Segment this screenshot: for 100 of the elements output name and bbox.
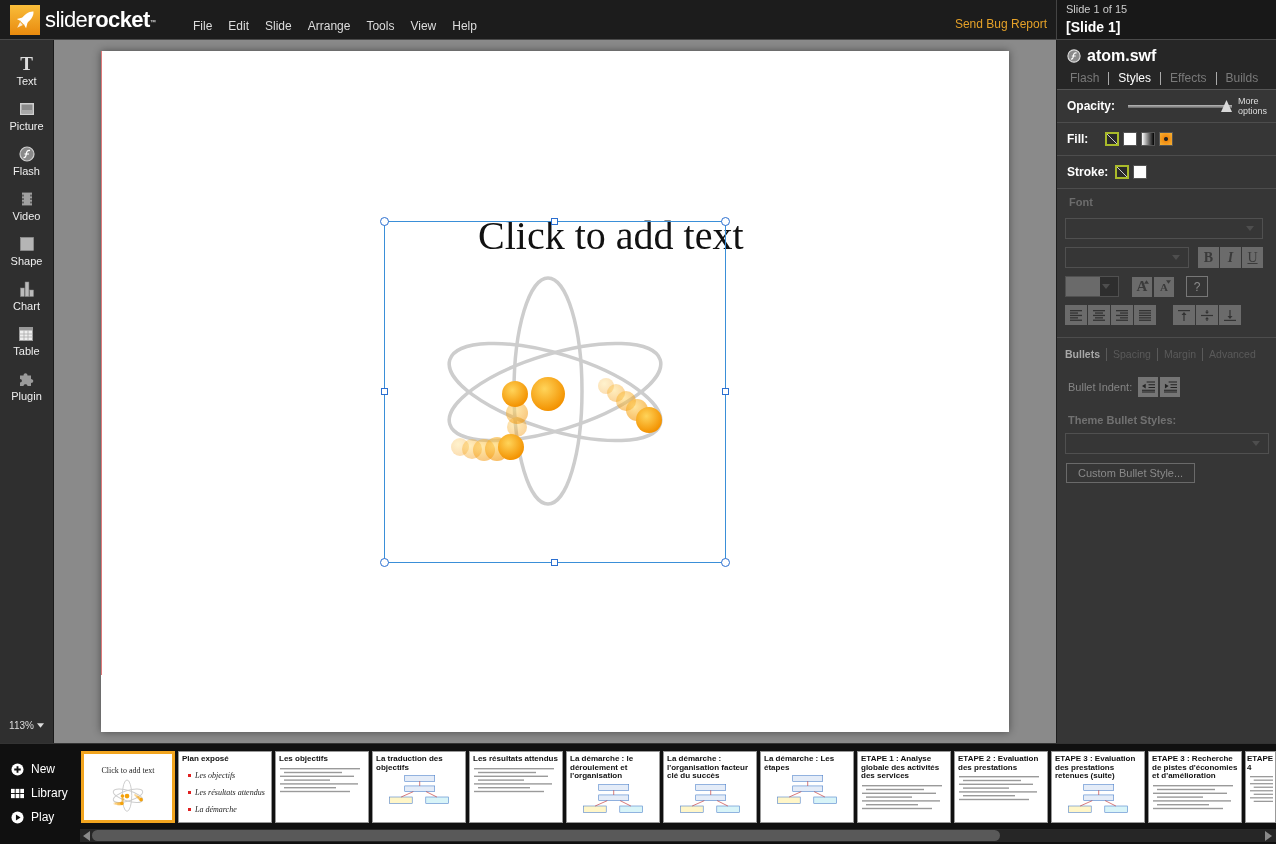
align-right-icon: [1116, 309, 1128, 321]
grid-icon: [11, 786, 24, 800]
play-icon: [11, 810, 24, 824]
slide-thumbnail[interactable]: ETAPE 3 : Recherche de pistes d'économies et d'amélioration: [1148, 751, 1242, 823]
resize-handle[interactable]: [380, 217, 389, 226]
menu-item[interactable]: File: [185, 19, 221, 34]
tool-button[interactable]: Plugin: [11, 370, 42, 403]
resize-handle[interactable]: [722, 388, 729, 395]
thumbnail-title: La démarche : le déroulement et l'organisation: [569, 753, 635, 781]
outdent-icon: [1141, 381, 1155, 393]
slider-thumb[interactable]: [1221, 100, 1232, 112]
indent-button[interactable]: [1160, 377, 1181, 397]
align-button[interactable]: [1065, 305, 1087, 325]
scrollbar-track[interactable]: [80, 829, 1276, 842]
thumbnail-title: ETAPE 3 : Recherche de pistes d'économies et d'amélioration: [1151, 753, 1239, 781]
tool-button[interactable]: Video: [12, 190, 41, 223]
align-button[interactable]: [1088, 305, 1110, 325]
menu-item[interactable]: Edit: [220, 19, 258, 34]
thumbnail-title: ETAPE 2 : Evaluation des prestations: [957, 753, 1040, 772]
square-shape-icon: [18, 236, 35, 252]
solid-stroke-swatch[interactable]: [1133, 165, 1147, 179]
thumbnail-title: La traduction des objectifs: [375, 753, 444, 772]
menu-item[interactable]: View: [402, 19, 445, 34]
slide-thumbnail[interactable]: ETAPE 2 : Evaluation des prestations: [954, 751, 1048, 823]
align-bottom-icon: [1224, 309, 1236, 321]
slide-thumbnail[interactable]: ETAPE 1 : Analyse globale des activités des services: [857, 751, 951, 823]
inspector-tab[interactable]: Styles: [1108, 72, 1161, 85]
menu-item[interactable]: Arrange: [299, 19, 359, 34]
bullet-icon: [188, 807, 191, 811]
thumbnail-text: Click to add text: [101, 766, 155, 775]
align-center-icon: [1093, 309, 1105, 321]
slide-thumbnail[interactable]: Les résultats attendus: [469, 751, 563, 823]
slide-thumbnail[interactable]: Click to add text: [81, 751, 175, 823]
justify-icon: [1139, 309, 1151, 321]
font-color-dropdown[interactable]: [1065, 276, 1119, 297]
resize-handle[interactable]: [380, 558, 389, 567]
image-fill-swatch[interactable]: [1159, 132, 1173, 146]
resize-handle[interactable]: [721, 558, 730, 567]
resize-handle[interactable]: [381, 388, 388, 395]
scroll-right-icon[interactable]: [1265, 830, 1272, 841]
slide-thumbnail[interactable]: ETAPE 3 : Evaluation des prestations retenues (suite): [1051, 751, 1145, 823]
no-stroke-swatch[interactable]: [1115, 165, 1129, 179]
resize-handle[interactable]: [551, 559, 558, 566]
diagram-drawing: [583, 783, 643, 813]
thumbnail-bullet-text: Les objectifs: [195, 770, 236, 780]
thumbnail-title: ETAPE 4: [1246, 753, 1275, 772]
opacity-label: Opacity:: [1067, 99, 1116, 113]
table-grid-icon: [18, 326, 35, 342]
zoom-dropdown[interactable]: 113%: [9, 720, 44, 731]
scrollbar-thumb[interactable]: [92, 830, 1000, 841]
slide-thumbnail[interactable]: La démarche : l'organisation facteur clé du succès: [663, 751, 757, 823]
stroke-label: Stroke:: [1067, 165, 1110, 179]
add-icon: [11, 762, 24, 776]
tool-button[interactable]: Shape: [10, 235, 43, 268]
vertical-align-button[interactable]: [1173, 305, 1195, 325]
inspector-tab[interactable]: Effects: [1160, 72, 1216, 85]
diagram-drawing: [389, 775, 449, 804]
caret-down-icon: [1166, 279, 1171, 284]
indent-button[interactable]: [1138, 377, 1159, 397]
tool-button[interactable]: Flash: [13, 145, 40, 178]
bar-chart-icon: [18, 281, 35, 297]
vertical-align-button[interactable]: [1196, 305, 1218, 325]
slide-thumbnail[interactable]: La traduction des objectifs: [372, 751, 466, 823]
align-button[interactable]: [1111, 305, 1133, 325]
library-button[interactable]: Library: [11, 786, 68, 800]
thumbnail-title: ETAPE 1 : Analyse globale des activités des services: [860, 753, 941, 781]
tool-button[interactable]: Picture: [9, 100, 44, 133]
slide-thumbnail[interactable]: Plan exposé Les objectifs Les résultats attendus La démarche: [178, 751, 272, 823]
more-options-link[interactable]: More options: [1238, 96, 1270, 116]
tool-button[interactable]: T Text: [16, 55, 37, 88]
scroll-left-icon[interactable]: [83, 830, 90, 841]
gradient-fill-swatch[interactable]: [1141, 132, 1155, 146]
menu-item[interactable]: Slide: [257, 19, 300, 34]
tool-button[interactable]: Table: [13, 325, 40, 358]
slide-thumbnail[interactable]: La démarche : Les étapes: [760, 751, 854, 823]
menu-item[interactable]: Help: [444, 19, 485, 34]
thumbnail-title: La démarche : l'organisation facteur clé du succès: [666, 753, 750, 781]
thumbnail-title: La démarche : Les étapes: [763, 753, 836, 772]
atom-drawing: [112, 779, 144, 812]
slide-thumbnail[interactable]: Les objectifs: [275, 751, 369, 823]
solid-fill-swatch[interactable]: [1123, 132, 1137, 146]
vertical-align-button[interactable]: [1219, 305, 1241, 325]
caret-icon: [36, 723, 44, 728]
menu-item[interactable]: Tools: [358, 19, 403, 34]
align-top-icon: [1178, 309, 1190, 321]
diagram-drawing: [777, 775, 837, 804]
puzzle-piece-icon: [18, 371, 35, 387]
no-fill-swatch[interactable]: [1105, 132, 1119, 146]
inspector-tab[interactable]: Builds: [1215, 72, 1268, 85]
slide-thumbnail[interactable]: ETAPE 4: [1245, 751, 1276, 823]
play-button[interactable]: Play: [11, 810, 55, 824]
tool-button[interactable]: Chart: [13, 280, 40, 313]
slide-thumbnail[interactable]: La démarche : le déroulement et l'organisation: [566, 751, 660, 823]
thumbnail-title: ETAPE 3 : Evaluation des prestations retenues (suite): [1054, 753, 1137, 781]
inspector-tab[interactable]: Flash: [1067, 72, 1109, 85]
align-button[interactable]: [1134, 305, 1156, 325]
thumbnail-bullet-text: La démarche: [195, 804, 237, 814]
flash-icon: [1067, 49, 1081, 63]
bug-report-link[interactable]: Send Bug Report: [954, 17, 1047, 32]
new-button[interactable]: New: [11, 762, 55, 776]
